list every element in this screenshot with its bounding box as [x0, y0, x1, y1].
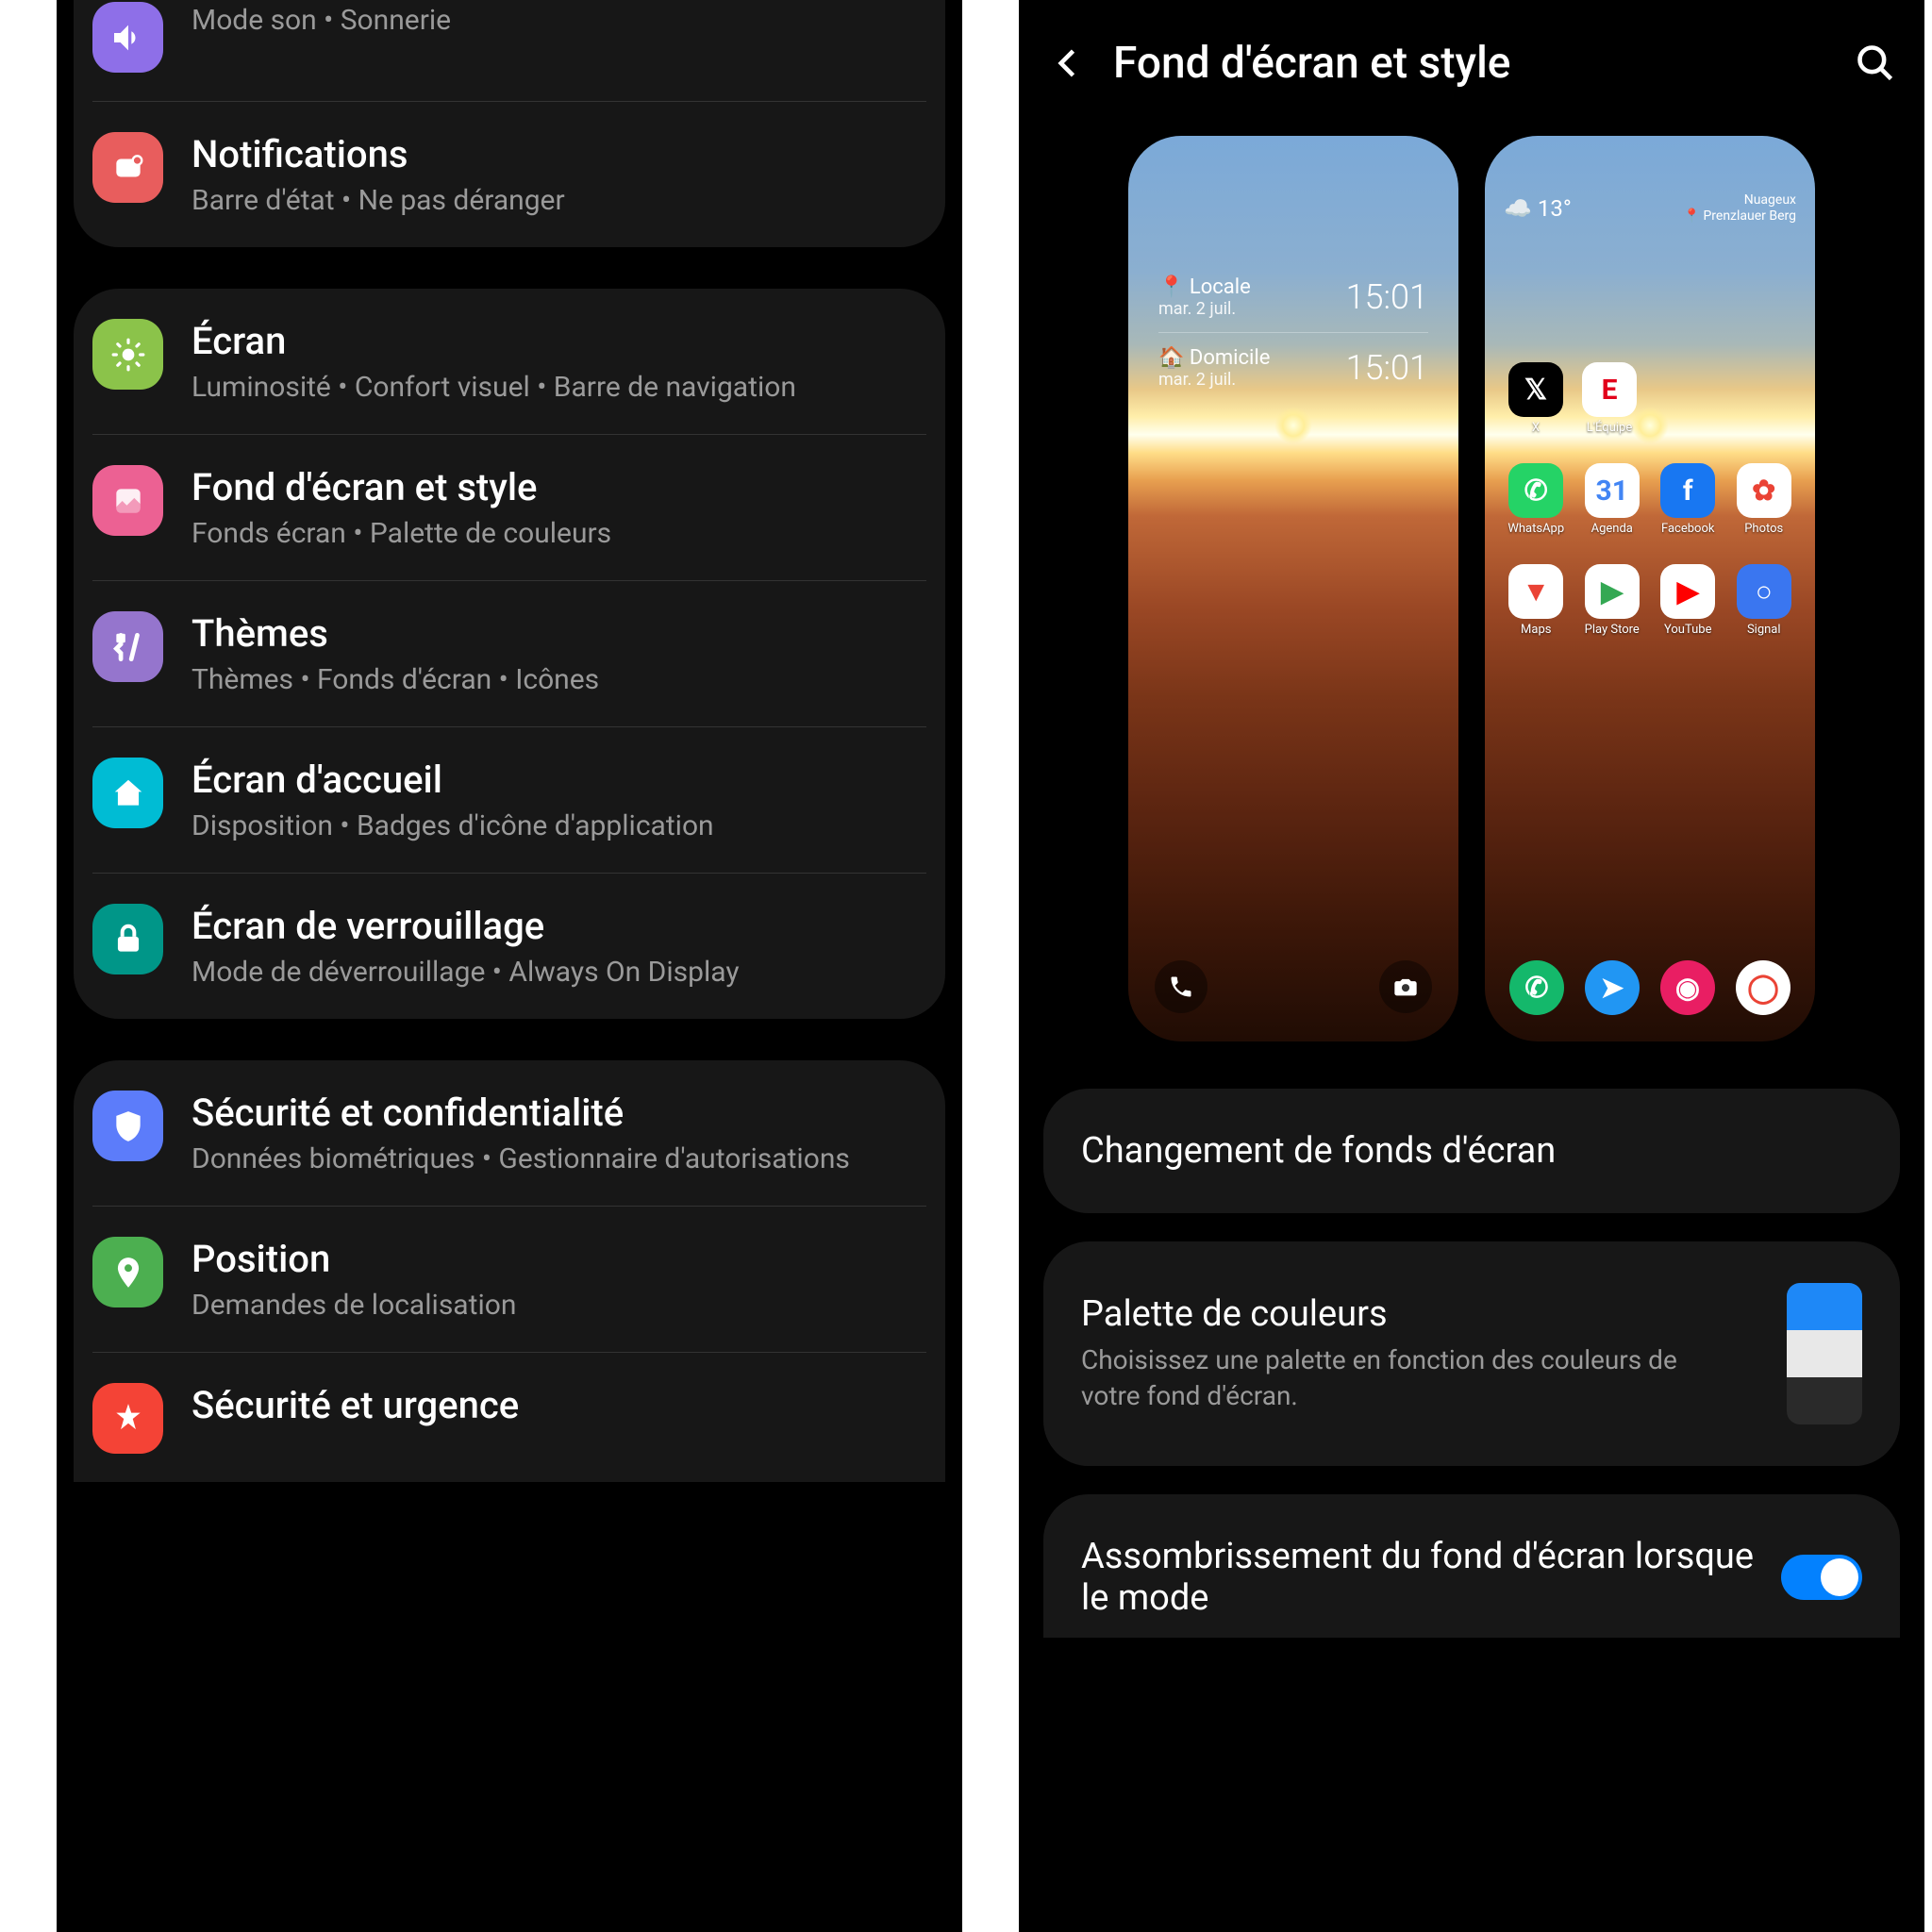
- weather-widget: ☁️13° Nuageux 📍 Prenzlauer Berg: [1504, 192, 1796, 225]
- settings-group-security: Sécurité et confidentialité Données biom…: [74, 1060, 945, 1482]
- notifications-title: Notifications: [192, 132, 915, 176]
- search-icon[interactable]: [1855, 42, 1896, 84]
- app-grid: 𝕏X EL'Équipe✆WhatsApp31AgendafFacebook✿Ph…: [1499, 362, 1801, 637]
- settings-row-home[interactable]: Écran d'accueil Disposition • Badges d'i…: [92, 726, 926, 873]
- location-icon: [92, 1237, 163, 1307]
- sun-graphic: [1274, 407, 1312, 444]
- themes-title: Thèmes: [192, 611, 915, 656]
- change-wallpaper-button[interactable]: Changement de fonds d'écran: [1043, 1089, 1900, 1213]
- settings-row-location[interactable]: Position Demandes de localisation: [92, 1206, 926, 1352]
- dock: ✆ ➤ ◉ ◯: [1499, 960, 1801, 1015]
- darken-wallpaper-option[interactable]: Assombrissement du fond d'écran lorsque …: [1043, 1494, 1900, 1638]
- lock-icon: [92, 904, 163, 974]
- settings-row-themes[interactable]: Thèmes Thèmes • Fonds d'écran • Icônes: [92, 580, 926, 726]
- toggle-switch[interactable]: [1781, 1555, 1862, 1600]
- app-icon: ➤: [1585, 960, 1640, 1015]
- phone-shortcut-icon: [1155, 960, 1208, 1013]
- sound-subtitle: Mode son • Sonnerie: [192, 2, 915, 39]
- wallpaper-title: Fond d'écran et style: [192, 465, 915, 509]
- page-title: Fond d'écran et style: [1113, 38, 1830, 89]
- lock-subtitle: Mode de déverrouillage • Always On Displ…: [192, 954, 915, 991]
- wallpaper-subtitle: Fonds écran • Palette de couleurs: [192, 515, 915, 552]
- lock-title: Écran de verrouillage: [192, 904, 915, 948]
- security-icon: [92, 1091, 163, 1161]
- homescreen-preview[interactable]: ☁️13° Nuageux 📍 Prenzlauer Berg 𝕏X EL'Équ…: [1485, 136, 1815, 1041]
- app-icon: EL'Équipe: [1582, 362, 1637, 435]
- settings-row-display[interactable]: Écran Luminosité • Confort visuel • Barr…: [92, 289, 926, 434]
- home-title: Écran d'accueil: [192, 758, 915, 802]
- app-icon: ✆: [1509, 960, 1564, 1015]
- settings-row-safety[interactable]: Sécurité et urgence: [92, 1352, 926, 1482]
- color-palette-option[interactable]: Palette de couleurs Choisissez une palet…: [1043, 1241, 1900, 1466]
- wallpaper-icon: [92, 465, 163, 536]
- security-title: Sécurité et confidentialité: [192, 1091, 915, 1135]
- settings-screen: Mode son • Sonnerie Notifications Barre …: [57, 0, 962, 1932]
- lock-clock-widget: 📍 Locale mar. 2 juil. 15:01 🏠 Domicile m…: [1147, 268, 1440, 397]
- home-pin-icon: 🏠: [1158, 346, 1184, 370]
- lockscreen-preview[interactable]: 📍 Locale mar. 2 juil. 15:01 🏠 Domicile m…: [1128, 136, 1458, 1041]
- app-icon: fFacebook: [1651, 463, 1725, 536]
- themes-icon: [92, 611, 163, 682]
- notifications-icon: [92, 132, 163, 203]
- app-icon: ▶YouTube: [1651, 564, 1725, 637]
- settings-group-display: Écran Luminosité • Confort visuel • Barr…: [74, 289, 945, 1019]
- back-icon[interactable]: [1047, 42, 1089, 84]
- app-icon: ◉: [1660, 960, 1715, 1015]
- safety-title: Sécurité et urgence: [192, 1383, 915, 1427]
- app-icon: 31Agenda: [1575, 463, 1650, 536]
- notifications-subtitle: Barre d'état • Ne pas déranger: [192, 182, 915, 219]
- home-subtitle: Disposition • Badges d'icône d'applicati…: [192, 808, 915, 844]
- settings-row-notifications[interactable]: Notifications Barre d'état • Ne pas déra…: [92, 101, 926, 247]
- wallpaper-previews: 📍 Locale mar. 2 juil. 15:01 🏠 Domicile m…: [1019, 117, 1924, 1089]
- settings-row-security[interactable]: Sécurité et confidentialité Données biom…: [92, 1060, 926, 1206]
- header: Fond d'écran et style: [1019, 0, 1924, 117]
- app-icon: 𝕏X: [1508, 362, 1563, 435]
- location-title: Position: [192, 1237, 915, 1281]
- app-icon: ✿Photos: [1727, 463, 1802, 536]
- cloud-icon: ☁️: [1504, 195, 1532, 222]
- settings-row-sound[interactable]: Mode son • Sonnerie: [92, 0, 926, 101]
- app-icon: ◯: [1736, 960, 1790, 1015]
- settings-group-sound: Mode son • Sonnerie Notifications Barre …: [74, 0, 945, 247]
- camera-shortcut-icon: [1379, 960, 1432, 1013]
- app-icon: ▶Play Store: [1575, 564, 1650, 637]
- app-icon: ▼Maps: [1499, 564, 1574, 637]
- home-icon: [92, 758, 163, 828]
- display-icon: [92, 319, 163, 390]
- app-icon: ✆WhatsApp: [1499, 463, 1574, 536]
- pin-icon: 📍: [1158, 275, 1184, 299]
- themes-subtitle: Thèmes • Fonds d'écran • Icônes: [192, 661, 915, 698]
- wallpaper-style-screen: Fond d'écran et style 📍 Locale mar. 2 ju…: [1019, 0, 1924, 1932]
- display-title: Écran: [192, 319, 915, 363]
- location-subtitle: Demandes de localisation: [192, 1287, 915, 1324]
- palette-swatch-icon: [1787, 1283, 1862, 1424]
- sound-icon: [92, 2, 163, 73]
- safety-icon: [92, 1383, 163, 1454]
- settings-row-wallpaper[interactable]: Fond d'écran et style Fonds écran • Pale…: [92, 434, 926, 580]
- app-icon: ○Signal: [1727, 564, 1802, 637]
- settings-row-lock[interactable]: Écran de verrouillage Mode de déverrouil…: [92, 873, 926, 1019]
- security-subtitle: Données biométriques • Gestionnaire d'au…: [192, 1141, 915, 1177]
- display-subtitle: Luminosité • Confort visuel • Barre de n…: [192, 369, 915, 406]
